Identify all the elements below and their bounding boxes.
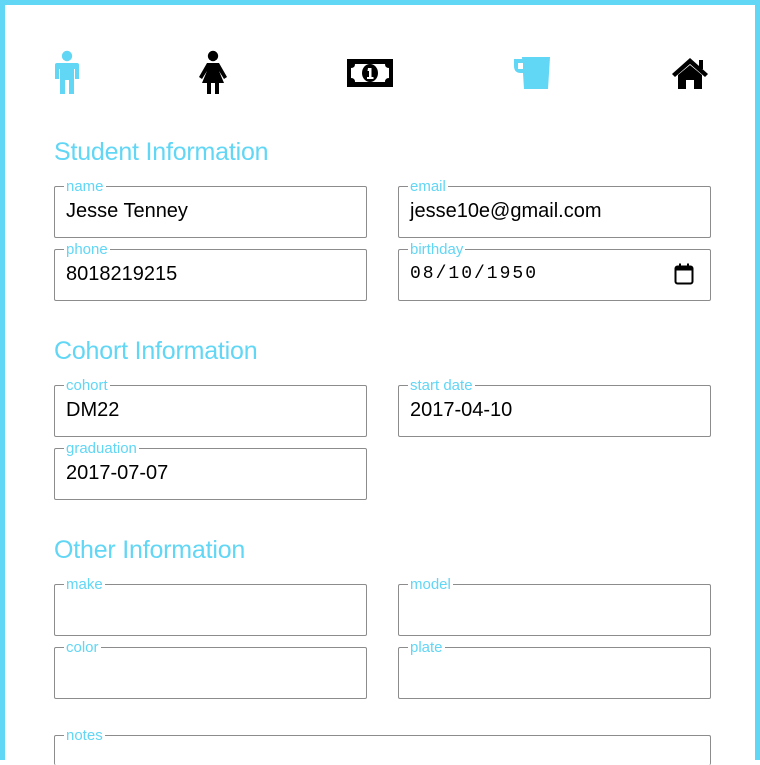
name-label: name	[66, 178, 104, 195]
notes-field[interactable]: notes	[54, 728, 711, 765]
student-info-heading: Student Information	[54, 138, 269, 166]
start-date-value: 2017-04-10	[410, 398, 513, 421]
start-date-field[interactable]: start date 2017-04-10	[398, 378, 711, 437]
birthday-value: 08/10/1950	[410, 264, 539, 284]
plate-field[interactable]: plate	[398, 640, 711, 699]
make-input[interactable]	[66, 592, 355, 626]
money-icon[interactable]	[345, 45, 395, 101]
birthday-field[interactable]: birthday 08/10/1950	[398, 242, 711, 301]
color-field[interactable]: color	[54, 640, 367, 699]
plate-input[interactable]	[410, 655, 699, 689]
model-field[interactable]: model	[398, 577, 711, 636]
model-label: model	[410, 576, 451, 593]
male-icon[interactable]	[42, 45, 92, 101]
name-value: Jesse Tenney	[66, 199, 188, 222]
home-icon[interactable]	[665, 45, 715, 101]
calendar-icon[interactable]	[674, 263, 694, 285]
graduation-value: 2017-07-07	[66, 461, 169, 484]
cohort-info-heading: Cohort Information	[54, 337, 258, 365]
cup-icon[interactable]	[507, 45, 557, 101]
name-field[interactable]: name Jesse Tenney	[54, 179, 367, 238]
plate-label: plate	[410, 639, 443, 656]
color-label: color	[66, 639, 99, 656]
email-value: jesse10e@gmail.com	[410, 199, 602, 222]
cohort-field[interactable]: cohort DM22	[54, 378, 367, 437]
start-date-label: start date	[410, 377, 473, 394]
make-field[interactable]: make	[54, 577, 367, 636]
other-info-heading: Other Information	[54, 536, 246, 564]
model-input[interactable]	[410, 592, 699, 626]
icon-nav-bar	[5, 45, 755, 101]
color-input[interactable]	[66, 655, 355, 689]
make-label: make	[66, 576, 103, 593]
phone-label: phone	[66, 241, 108, 258]
female-icon[interactable]	[188, 45, 238, 101]
email-field[interactable]: email jesse10e@gmail.com	[398, 179, 711, 238]
graduation-field[interactable]: graduation 2017-07-07	[54, 441, 367, 500]
phone-field[interactable]: phone 8018219215	[54, 242, 367, 301]
email-label: email	[410, 178, 446, 195]
cohort-label: cohort	[66, 377, 108, 394]
graduation-label: graduation	[66, 440, 137, 457]
cohort-value: DM22	[66, 398, 120, 421]
birthday-label: birthday	[410, 241, 464, 258]
notes-label: notes	[66, 727, 103, 744]
phone-value: 8018219215	[66, 262, 178, 285]
